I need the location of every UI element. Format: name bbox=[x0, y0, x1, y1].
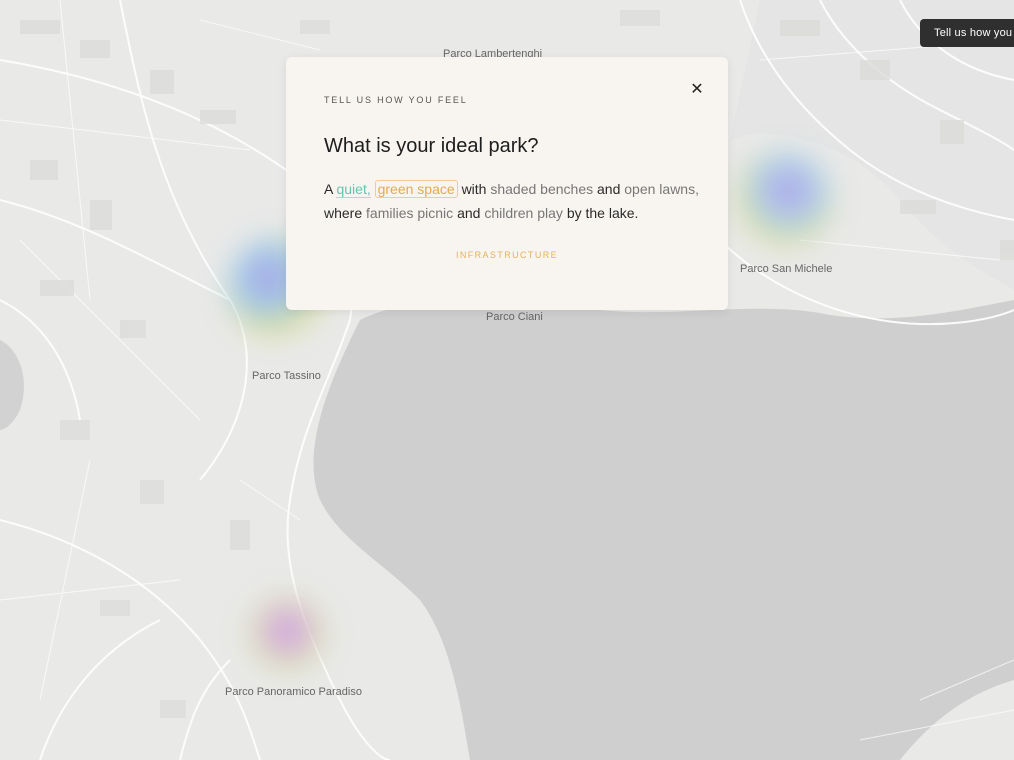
token-green-space[interactable]: green space bbox=[374, 180, 458, 198]
park-label: Parco Ciani bbox=[486, 311, 543, 323]
token-families-picnic[interactable]: families picnic bbox=[366, 205, 453, 221]
heatmap-blob-paradiso bbox=[248, 596, 326, 674]
park-label: Parco Tassino bbox=[252, 370, 321, 382]
sentence-word: and bbox=[597, 181, 621, 197]
sentence-word: where bbox=[324, 205, 363, 221]
token-children-play[interactable]: children play bbox=[484, 205, 563, 221]
category-label: INFRASTRUCTURE bbox=[455, 250, 559, 260]
token-quiet[interactable]: quiet, bbox=[336, 181, 371, 198]
token-shaded-benches[interactable]: shaded benches bbox=[490, 181, 593, 197]
sentence-word: and bbox=[457, 205, 481, 221]
park-label: Parco San Michele bbox=[740, 263, 833, 275]
tell-us-button[interactable]: Tell us how you bbox=[920, 19, 1014, 47]
modal-kicker: TELL US HOW YOU FEEL bbox=[324, 95, 468, 105]
feedback-modal: TELL US HOW YOU FEEL ✕ What is your idea… bbox=[286, 57, 728, 310]
sentence-word: by the lake. bbox=[566, 205, 639, 221]
close-icon[interactable]: ✕ bbox=[688, 81, 706, 99]
modal-title: What is your ideal park? bbox=[324, 135, 539, 157]
ideal-park-sentence: A quiet, green space with shaded benches… bbox=[324, 177, 704, 225]
sentence-word: with bbox=[461, 181, 487, 197]
token-open-lawns[interactable]: open lawns, bbox=[624, 181, 699, 197]
sentence-word: A bbox=[324, 181, 333, 197]
heatmap-blob-san-michele bbox=[736, 152, 832, 248]
park-label: Parco Panoramico Paradiso bbox=[225, 686, 362, 698]
